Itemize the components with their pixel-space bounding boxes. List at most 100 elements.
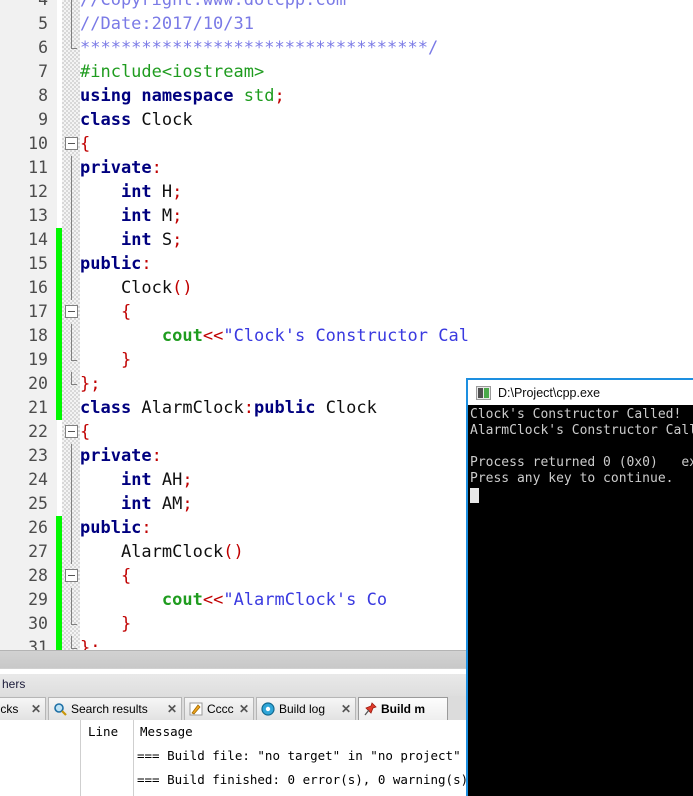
panel-tab-strip[interactable]: de::Blocks✕Search results✕Cccc✕Build log… [0, 696, 470, 721]
code-line-text: }; [80, 372, 101, 396]
panel-tab-build-m[interactable]: Build m [358, 697, 448, 720]
fold-guide-line [71, 276, 72, 300]
code-line[interactable]: 14 int S; [0, 228, 470, 252]
code-line[interactable]: 26 public: [0, 516, 470, 540]
code-line[interactable]: 9class Clock [0, 108, 470, 132]
code-line[interactable]: 18 cout<<"Clock's Constructor Called!"<<… [0, 324, 470, 348]
code-line[interactable]: 27 AlarmClock() [0, 540, 470, 564]
code-line[interactable]: 28 { [0, 564, 470, 588]
fold-end-tick [71, 648, 77, 649]
code-line[interactable]: 21class AlarmClock:public Clock [0, 396, 470, 420]
line-number: 27 [0, 540, 48, 564]
code-line-text: #include<iostream> [80, 60, 264, 84]
code-line[interactable]: 31}; [0, 636, 470, 650]
close-icon[interactable]: ✕ [167, 702, 177, 716]
editor-horizontal-scrollbar[interactable] [0, 650, 470, 669]
line-change-marker [56, 516, 62, 540]
panel-tab-build-log[interactable]: Build log✕ [256, 697, 356, 720]
code-line[interactable]: 6**********************************/ [0, 36, 470, 60]
fold-end-tick [71, 48, 77, 49]
code-line[interactable]: 24 int AH; [0, 468, 470, 492]
console-output-area[interactable]: Clock's Constructor Called!AlarmClock's … [468, 405, 693, 796]
bottom-logs-panel: hers de::Blocks✕Search results✕Cccc✕Buil… [0, 674, 470, 796]
code-line[interactable]: 29 cout<<"AlarmClock's Co [0, 588, 470, 612]
panel-header-label: hers [2, 677, 25, 691]
close-icon[interactable]: ✕ [341, 702, 351, 716]
console-window[interactable]: D:\Project\cpp.exe Clock's Constructor C… [466, 378, 693, 796]
code-line[interactable]: 19 } [0, 348, 470, 372]
code-line[interactable]: 16 Clock() [0, 276, 470, 300]
line-change-marker [56, 324, 62, 348]
fold-guide-line [71, 324, 72, 348]
code-line[interactable]: 30 } [0, 612, 470, 636]
code-line[interactable]: 23private: [0, 444, 470, 468]
console-output-line: Process returned 0 (0x0) execut [470, 455, 693, 471]
console-output-line: AlarmClock's Constructor Called! [470, 423, 693, 439]
fold-guide-line [71, 36, 72, 48]
code-line[interactable]: 8using namespace std; [0, 84, 470, 108]
code-editor-pane[interactable]: 4 //Copyright:www.dotcpp.com5//Date:2017/… [0, 0, 470, 650]
grid-column-divider-1 [80, 720, 81, 796]
console-title-bar[interactable]: D:\Project\cpp.exe [468, 380, 693, 405]
line-change-marker [56, 276, 62, 300]
line-change-marker [56, 300, 62, 324]
code-line-text: { [80, 564, 131, 588]
build-log-grid[interactable]: Line Message === Build file: "no target"… [0, 720, 470, 796]
code-line-text: **********************************/ [80, 36, 438, 60]
line-change-marker [56, 372, 62, 396]
code-line[interactable]: 4 //Copyright:www.dotcpp.com [0, 0, 470, 12]
code-line-text: AlarmClock() [80, 540, 244, 564]
console-output-line: Press any key to continue. [470, 471, 693, 487]
code-line[interactable]: 15public: [0, 252, 470, 276]
code-line[interactable]: 17 { [0, 300, 470, 324]
code-line-text: Clock() [80, 276, 193, 300]
fold-guide-line [71, 636, 72, 648]
fold-guide-line [71, 444, 72, 468]
fold-guide-line [71, 204, 72, 228]
code-line[interactable]: 20}; [0, 372, 470, 396]
code-line-text: public: [80, 516, 152, 540]
fold-collapse-icon[interactable] [65, 569, 78, 582]
close-icon[interactable]: ✕ [31, 702, 41, 716]
panel-tab-de-blocks[interactable]: de::Blocks✕ [0, 697, 46, 720]
line-number: 26 [0, 516, 48, 540]
code-line[interactable]: 7#include<iostream> [0, 60, 470, 84]
panel-tab-cccc[interactable]: Cccc✕ [184, 697, 254, 720]
line-number: 25 [0, 492, 48, 516]
line-number: 12 [0, 180, 48, 204]
line-number: 9 [0, 108, 48, 132]
code-line[interactable]: 25 int AM; [0, 492, 470, 516]
code-line[interactable]: 22{ [0, 420, 470, 444]
code-line-text: { [80, 420, 90, 444]
line-number: 24 [0, 468, 48, 492]
line-change-marker [56, 588, 62, 612]
fold-guide-line [71, 12, 72, 36]
panel-tab-search-results[interactable]: Search results✕ [48, 697, 182, 720]
code-line[interactable]: 12 int H; [0, 180, 470, 204]
fold-collapse-icon[interactable] [65, 137, 78, 150]
code-line[interactable]: 11private: [0, 156, 470, 180]
fold-guide-line [71, 252, 72, 276]
code-line[interactable]: 5//Date:2017/10/31 [0, 12, 470, 36]
fold-end-tick [71, 360, 77, 361]
line-number: 31 [0, 636, 48, 650]
code-line[interactable]: 13 int M; [0, 204, 470, 228]
fold-end-tick [71, 384, 77, 385]
line-number: 23 [0, 444, 48, 468]
code-line-text: { [80, 132, 90, 156]
fold-collapse-icon[interactable] [65, 305, 78, 318]
build-log-row[interactable]: === Build file: "no target" in "no proje… [137, 748, 483, 763]
line-number: 4 [0, 0, 48, 12]
fold-guide-line [71, 516, 72, 540]
build-log-row[interactable]: === Build finished: 0 error(s), 0 warnin… [137, 772, 491, 787]
fold-guide-line [71, 540, 72, 564]
code-line-text: int AH; [80, 468, 193, 492]
pencil-icon [189, 702, 203, 716]
code-line-text: //Copyright:www.dotcpp.com [80, 0, 346, 12]
code-line[interactable]: 10{ [0, 132, 470, 156]
fold-collapse-icon[interactable] [65, 425, 78, 438]
fold-guide-line [71, 612, 72, 624]
code-line-text: public: [80, 252, 152, 276]
close-icon[interactable]: ✕ [239, 702, 249, 716]
line-number: 18 [0, 324, 48, 348]
